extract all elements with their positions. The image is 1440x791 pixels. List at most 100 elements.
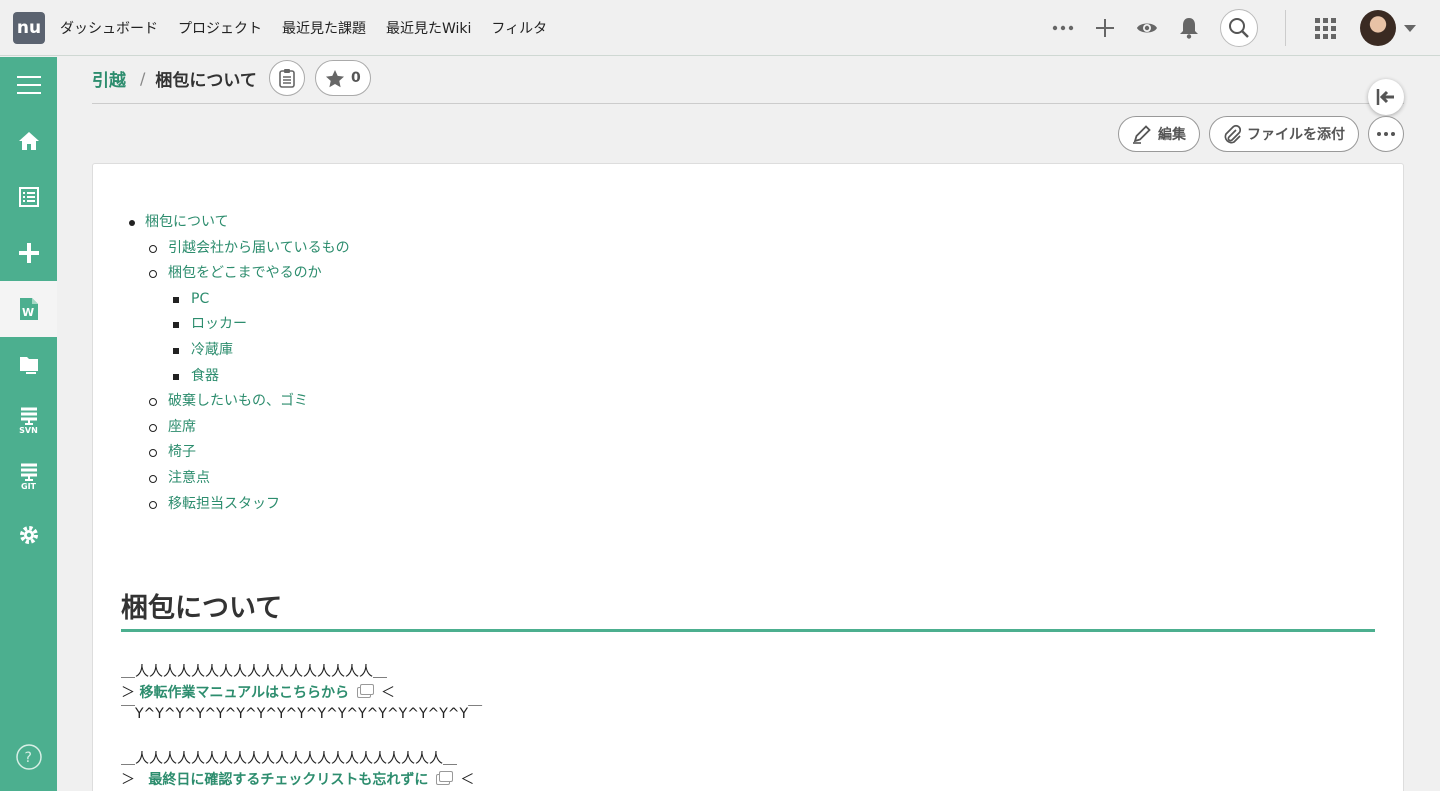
sidebar-settings[interactable]: [0, 507, 57, 563]
toc-item: PC: [145, 287, 350, 313]
ascii-banner-top: ＿人人人人人人人人人人人人人人人人人＿: [121, 664, 387, 680]
ascii-banner-top: ＿人人人人人人人人人人人人人人人人人人人人人人＿: [121, 751, 457, 767]
attach-file-button[interactable]: ファイルを添付: [1209, 116, 1359, 152]
ascii-banner-middle: ＞ 移転作業マニュアルはこちらから ＜: [121, 683, 395, 703]
attach-file-label: ファイルを添付: [1247, 127, 1345, 143]
apps-grid-icon[interactable]: [1311, 14, 1339, 42]
nav-projects[interactable]: プロジェクト: [178, 18, 262, 38]
toc-bullet: [149, 474, 157, 483]
sidebar-home[interactable]: [0, 113, 57, 169]
toc-link[interactable]: 梱包をどこまでやるのか: [168, 265, 322, 281]
star-button[interactable]: 0: [314, 60, 371, 96]
paperclip-icon: [1224, 124, 1241, 144]
sidebar-add[interactable]: [0, 225, 57, 281]
svn-icon: [20, 407, 37, 425]
toc-item: 梱包をどこまでやるのか: [145, 261, 350, 287]
copy-page-button[interactable]: [268, 60, 305, 96]
menu-icon: [16, 76, 41, 94]
toc-bullet: [173, 322, 179, 329]
collapse-panel-button[interactable]: [1368, 79, 1404, 115]
ascii-banner-bottom: ￣Y^Y^Y^Y^Y^Y^Y^Y^Y^Y^Y^Y^Y^Y^Y^Y^Y￣: [121, 706, 483, 722]
eye-icon[interactable]: [1133, 14, 1161, 42]
checklist-link[interactable]: 最終日に確認するチェックリストも忘れずに: [148, 772, 428, 788]
toc-link[interactable]: 座席: [168, 419, 196, 435]
nav-filter[interactable]: フィルタ: [491, 18, 547, 38]
sidebar-wiki[interactable]: W: [0, 281, 57, 337]
toc-link[interactable]: 食器: [191, 368, 219, 384]
sidebar-issues[interactable]: [0, 169, 57, 225]
toc-link[interactable]: 移転担当スタッフ: [168, 496, 280, 512]
toolbar-divider: [1285, 10, 1286, 46]
search-icon: [1229, 18, 1249, 38]
toc-link[interactable]: ロッカー: [191, 316, 247, 332]
toc-bullet: [149, 270, 157, 279]
sidebar-git[interactable]: GIT: [0, 449, 57, 505]
pencil-icon: [1133, 125, 1151, 144]
bell-icon[interactable]: [1175, 14, 1203, 42]
toc-item: 移転担当スタッフ: [145, 492, 350, 518]
help-icon: ?: [15, 744, 42, 770]
toc-link[interactable]: 注意点: [168, 470, 210, 486]
toc-link[interactable]: 冷蔵庫: [191, 342, 233, 358]
folder-icon: [19, 357, 38, 374]
star-count: 0: [351, 70, 361, 86]
svg-text:W: W: [22, 306, 34, 319]
sidebar-menu[interactable]: [0, 57, 57, 113]
breadcrumb-divider: [92, 103, 1404, 104]
toc-item: 梱包について: [129, 210, 350, 236]
plus-icon[interactable]: [1091, 14, 1119, 42]
external-link-icon: [436, 771, 454, 785]
sidebar-svn-label: SVN: [19, 426, 38, 435]
nav-dashboard[interactable]: ダッシュボード: [60, 18, 158, 38]
gear-icon: [19, 526, 38, 544]
heading-underline: [121, 629, 1375, 632]
toc-bullet: [149, 500, 157, 509]
toc-item: 食器: [145, 364, 350, 390]
breadcrumb-parent-link[interactable]: 引越: [92, 66, 126, 91]
chevron-down-icon[interactable]: [1404, 24, 1416, 32]
collapse-left-icon: [1376, 89, 1394, 105]
sidebar-help[interactable]: ?: [0, 729, 57, 785]
toc-item: 注意点: [145, 466, 350, 492]
page-title: 梱包について: [155, 70, 257, 91]
sidebar: W SVN GIT ?: [0, 57, 57, 791]
toc-bullet: [173, 373, 179, 380]
toc-item: 冷蔵庫: [145, 338, 350, 364]
edit-button-label: 編集: [1158, 127, 1186, 143]
toc-link[interactable]: 引越会社から届いているもの: [168, 240, 350, 256]
more-actions-button[interactable]: [1368, 116, 1404, 152]
toc-item: 椅子: [145, 440, 350, 466]
toc-link[interactable]: PC: [191, 291, 209, 307]
ascii-left-bracket: ＞: [121, 772, 135, 788]
plus-icon: [18, 243, 39, 263]
toc-link[interactable]: 椅子: [168, 444, 196, 460]
sidebar-svn[interactable]: SVN: [0, 393, 57, 449]
toc-item: 引越会社から届いているもの: [145, 236, 350, 262]
home-icon: [18, 132, 39, 150]
star-icon: [326, 69, 345, 87]
breadcrumb: 引越 / 梱包について 0: [92, 60, 371, 96]
toc-bullet: [149, 449, 157, 458]
user-avatar[interactable]: [1360, 10, 1396, 46]
toc-bullet: [149, 423, 157, 432]
ascii-left-bracket: ＞: [121, 685, 135, 701]
sidebar-files[interactable]: [0, 337, 57, 393]
top-bar: nu ダッシュボード プロジェクト 最近見た課題 最近見たWiki フィルタ: [0, 0, 1440, 56]
toc-link[interactable]: 破棄したいもの、ゴミ: [168, 393, 308, 409]
git-icon: [20, 463, 37, 481]
toc-link[interactable]: 梱包について: [145, 214, 229, 230]
toc-bullet: [129, 220, 135, 226]
wiki-icon: W: [19, 298, 38, 320]
toc-item: ロッカー: [145, 312, 350, 338]
clipboard-icon: [279, 69, 295, 88]
ascii-right-bracket: ＜: [460, 772, 475, 788]
search-button[interactable]: [1220, 9, 1258, 47]
edit-button[interactable]: 編集: [1118, 116, 1200, 152]
more-horizontal-icon[interactable]: [1049, 14, 1077, 42]
nav-recent-issues[interactable]: 最近見た課題: [282, 18, 366, 38]
nav-recent-wiki[interactable]: 最近見たWiki: [386, 18, 471, 38]
breadcrumb-separator: /: [140, 68, 146, 88]
app-logo[interactable]: nu: [13, 11, 45, 44]
manual-link[interactable]: 移転作業マニュアルはこちらから: [139, 685, 349, 701]
ascii-banner-middle: ＞ 最終日に確認するチェックリストも忘れずに ＜: [121, 770, 474, 790]
